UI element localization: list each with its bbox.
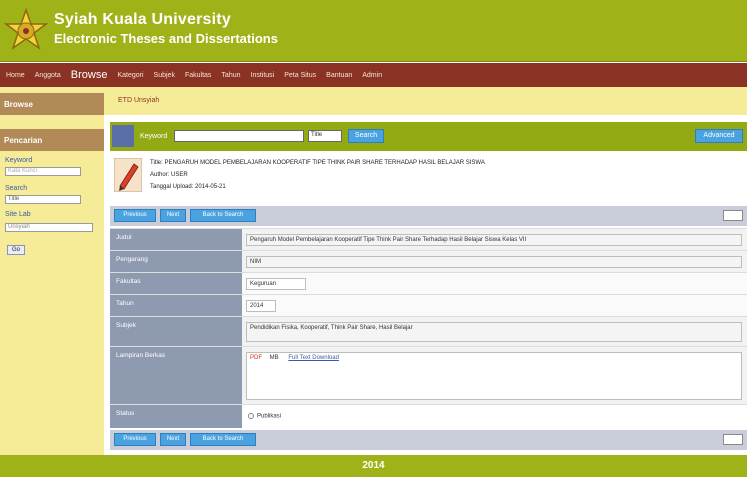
field-row-status: Status Publikasi — [110, 404, 747, 428]
page-box-bottom[interactable] — [723, 434, 743, 445]
breadcrumb-text[interactable]: ETD Unsyiah — [118, 97, 159, 104]
field-row-pengarang: Pengarang NIM — [110, 250, 747, 272]
nav-item-anggota[interactable]: Anggota — [35, 72, 61, 79]
page: Syiah Kuala University Electronic Theses… — [0, 0, 747, 477]
nav-item-kategori[interactable]: Kategori — [117, 72, 143, 79]
field-row-judul: Judul Pengaruh Model Pembelajaran Kooper… — [110, 228, 747, 250]
status-radio[interactable] — [248, 413, 254, 419]
back-to-search-button-top[interactable]: Back to Search — [190, 209, 256, 222]
nav-item-institusi[interactable]: Institusi — [251, 72, 275, 79]
record-title: Title: PENGARUH MODEL PEMBELAJARAN KOOPE… — [150, 160, 485, 166]
field-label-status: Status — [110, 405, 242, 428]
search-label: Keyword — [140, 133, 168, 140]
search-input[interactable] — [174, 130, 304, 142]
site-lab-label: Site Lab — [5, 211, 31, 218]
field-label-tahun: Tahun — [110, 295, 242, 316]
status-option: Publikasi — [248, 413, 281, 420]
page-box-top[interactable] — [723, 210, 743, 221]
file-name-link[interactable]: Full Text Download — [288, 355, 339, 361]
keyword-placeholder: Kata Kunci — [8, 168, 38, 174]
footer: 2014 — [0, 455, 747, 477]
sidebar-keyword-input[interactable]: Kata Kunci — [5, 167, 81, 176]
next-button-top[interactable]: Next — [160, 209, 186, 222]
keyword-label: Keyword — [5, 157, 33, 164]
back-to-search-button-bottom[interactable]: Back to Search — [190, 433, 256, 446]
field-label-fakultas: Fakultas — [110, 273, 242, 294]
field-value-tahun[interactable]: 2014 — [246, 300, 276, 312]
site-title: Syiah Kuala University — [54, 11, 231, 28]
status-option-label: Publikasi — [257, 413, 282, 420]
next-button-bottom[interactable]: Next — [160, 433, 186, 446]
advanced-search-button[interactable]: Advanced — [695, 129, 743, 143]
search-bar: Keyword Title Search Advanced — [110, 122, 747, 151]
field-row-tahun: Tahun 2014 — [110, 294, 747, 316]
sidebar-site-select[interactable]: Unsyiah — [5, 223, 93, 232]
sidebar-search-field-input[interactable]: Title — [5, 195, 81, 204]
header: Syiah Kuala University Electronic Theses… — [0, 0, 747, 62]
field-value-fakultas[interactable]: Keguruan — [246, 278, 306, 290]
search-by-label: Search — [5, 185, 28, 192]
search-button[interactable]: Search — [348, 129, 384, 143]
field-label-pengarang: Pengarang — [110, 251, 242, 272]
nav-item-peta-situs[interactable]: Peta Situs — [284, 72, 316, 79]
nav-item-home[interactable]: Home — [6, 72, 25, 79]
file-size: MB — [269, 355, 279, 361]
search-field-select[interactable]: Title — [308, 130, 342, 142]
nav-item-admin[interactable]: Admin — [362, 72, 382, 79]
main-nav: Home Anggota Browse Kategori Subjek Faku… — [0, 63, 747, 87]
nav-item-subjek[interactable]: Subjek — [154, 72, 175, 79]
site-subtitle: Electronic Theses and Dissertations — [54, 31, 278, 46]
record-author: Author: USER — [150, 172, 188, 178]
nav-item-fakultas[interactable]: Fakultas — [185, 72, 211, 79]
bottom-button-row: Previous Next Back to Search — [110, 430, 747, 450]
record-upload-date: Tanggal Upload: 2014-05-21 — [150, 184, 226, 190]
top-button-row: Previous Next Back to Search — [110, 206, 747, 226]
field-value-pengarang[interactable]: NIM — [246, 256, 742, 268]
field-value-judul[interactable]: Pengaruh Model Pembelajaran Kooperatif T… — [246, 234, 742, 246]
previous-button-bottom[interactable]: Previous — [114, 433, 156, 446]
field-value-subjek[interactable]: Pendidikan Fisika, Kooperatif, Think Pai… — [246, 322, 742, 342]
sidebar-heading-search: Pencarian — [0, 129, 104, 151]
nav-item-bantuan[interactable]: Bantuan — [326, 72, 352, 79]
field-label-lampiran: Lampiran Berkas — [110, 347, 242, 404]
record-header: Title: PENGARUH MODEL PEMBELAJARAN KOOPE… — [110, 152, 747, 200]
field-row-fakultas: Fakultas Keguruan — [110, 272, 747, 294]
nav-item-tahun[interactable]: Tahun — [221, 72, 240, 79]
previous-button-top[interactable]: Previous — [114, 209, 156, 222]
attachment-box: PDF MB Full Text Download — [246, 352, 742, 400]
field-label-subjek: Subjek — [110, 317, 242, 346]
database-icon — [112, 125, 134, 147]
field-label-judul: Judul — [110, 229, 242, 250]
record-detail-form: Judul Pengaruh Model Pembelajaran Kooper… — [110, 228, 747, 428]
sidebar: Browse Pencarian Keyword Kata Kunci Sear… — [0, 87, 104, 455]
field-row-subjek: Subjek Pendidikan Fisika, Kooperatif, Th… — [110, 316, 747, 346]
field-row-lampiran: Lampiran Berkas PDF MB Full Text Downloa… — [110, 346, 747, 404]
sidebar-heading-browse: Browse — [0, 93, 104, 115]
nav-item-browse[interactable]: Browse — [71, 69, 108, 81]
file-type-link[interactable]: PDF — [250, 355, 262, 361]
pencil-icon — [114, 158, 142, 192]
sidebar-go-button[interactable]: Go — [7, 245, 25, 255]
university-logo-icon — [4, 8, 48, 50]
breadcrumb: ETD Unsyiah — [104, 87, 747, 115]
